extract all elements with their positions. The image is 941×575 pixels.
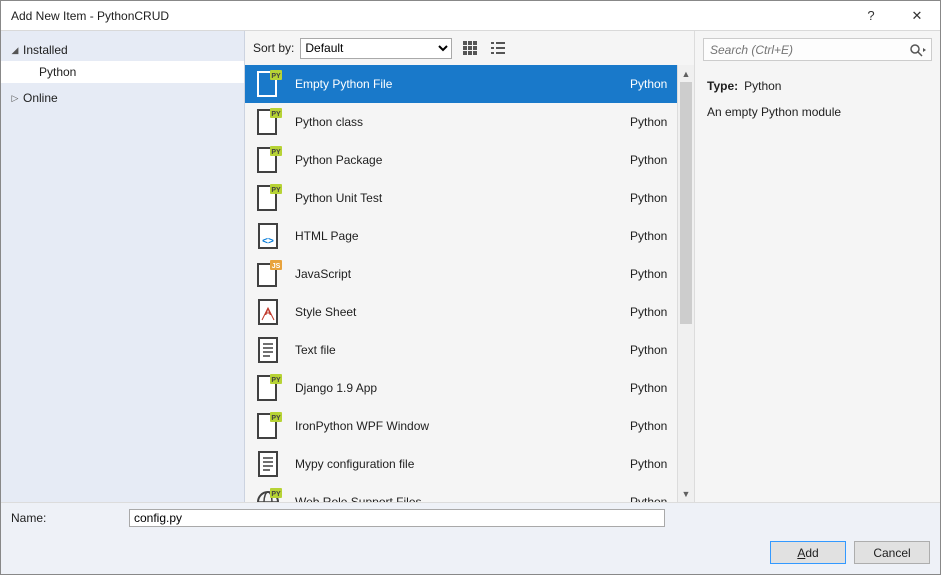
sort-by-select[interactable]: Default bbox=[300, 38, 452, 59]
template-icon: PY bbox=[255, 108, 283, 136]
template-row[interactable]: PY Empty Python File Python bbox=[245, 65, 694, 103]
template-row[interactable]: A Style Sheet Python bbox=[245, 293, 694, 331]
tree-label: Online bbox=[23, 91, 58, 105]
svg-text:PY: PY bbox=[271, 73, 281, 80]
template-name: Mypy configuration file bbox=[295, 457, 630, 471]
add-button[interactable]: Add bbox=[770, 541, 846, 564]
template-row[interactable]: Mypy configuration file Python bbox=[245, 445, 694, 483]
tree-node-installed[interactable]: ◢ Installed bbox=[1, 39, 244, 61]
scroll-track[interactable] bbox=[678, 82, 694, 485]
template-icon: A bbox=[255, 298, 283, 326]
search-input[interactable] bbox=[704, 43, 905, 57]
template-list[interactable]: PY Empty Python File Python PY Python cl… bbox=[245, 65, 694, 502]
template-row[interactable]: PY Python Unit Test Python bbox=[245, 179, 694, 217]
details-panel: Type: Python An empty Python module bbox=[694, 31, 940, 502]
category-sidebar[interactable]: ◢ Installed Python ▷ Online bbox=[1, 31, 245, 502]
svg-text:PY: PY bbox=[271, 111, 281, 118]
svg-text:PY: PY bbox=[271, 415, 281, 422]
template-name: Python class bbox=[295, 115, 630, 129]
template-name: Text file bbox=[295, 343, 630, 357]
view-small-icons-button[interactable] bbox=[488, 39, 508, 57]
template-icon bbox=[255, 336, 283, 364]
sort-by-label: Sort by: bbox=[253, 41, 294, 55]
svg-text:JS: JS bbox=[272, 263, 281, 270]
name-label: Name: bbox=[11, 511, 129, 525]
name-input[interactable] bbox=[129, 509, 665, 527]
template-name: Python Package bbox=[295, 153, 630, 167]
tree-label: Installed bbox=[23, 43, 68, 57]
template-row[interactable]: <> HTML Page Python bbox=[245, 217, 694, 255]
close-button[interactable]: ✕ bbox=[894, 1, 940, 31]
scroll-thumb[interactable] bbox=[680, 82, 692, 324]
template-row[interactable]: PY IronPython WPF Window Python bbox=[245, 407, 694, 445]
template-row[interactable]: Text file Python bbox=[245, 331, 694, 369]
window-title: Add New Item - PythonCRUD bbox=[11, 9, 848, 23]
template-row[interactable]: JS JavaScript Python bbox=[245, 255, 694, 293]
tree-node-python[interactable]: Python bbox=[1, 61, 244, 83]
chevron-down-icon: ◢ bbox=[9, 44, 21, 56]
title-bar: Add New Item - PythonCRUD ? ✕ bbox=[1, 1, 940, 31]
cancel-button[interactable]: Cancel bbox=[854, 541, 930, 564]
svg-text:PY: PY bbox=[271, 149, 281, 156]
type-label: Type: bbox=[707, 77, 738, 97]
template-row[interactable]: PY Django 1.9 App Python bbox=[245, 369, 694, 407]
template-row[interactable]: PY Python Package Python bbox=[245, 141, 694, 179]
list-icon bbox=[491, 42, 505, 54]
svg-text:PY: PY bbox=[271, 377, 281, 384]
template-icon: <> bbox=[255, 222, 283, 250]
template-name: HTML Page bbox=[295, 229, 630, 243]
svg-text:PY: PY bbox=[271, 491, 281, 498]
template-icon bbox=[255, 450, 283, 478]
dialog-window: Add New Item - PythonCRUD ? ✕ ◢ Installe… bbox=[0, 0, 941, 575]
dialog-footer: Name: Add Cancel bbox=[1, 502, 940, 574]
scroll-down-icon[interactable]: ▼ bbox=[678, 485, 694, 502]
template-name: Django 1.9 App bbox=[295, 381, 630, 395]
template-row[interactable]: PY Web Role Support Files Python bbox=[245, 483, 694, 502]
search-box[interactable] bbox=[703, 38, 932, 61]
template-panel: Sort by: Default PY Empty Python File Py… bbox=[245, 31, 694, 502]
template-icon: PY bbox=[255, 70, 283, 98]
template-icon: PY bbox=[255, 184, 283, 212]
svg-text:<>: <> bbox=[262, 236, 274, 247]
template-name: Empty Python File bbox=[295, 77, 630, 91]
scroll-up-icon[interactable]: ▲ bbox=[678, 65, 694, 82]
template-icon: PY bbox=[255, 374, 283, 402]
template-name: Python Unit Test bbox=[295, 191, 630, 205]
template-details: Type: Python An empty Python module bbox=[695, 63, 940, 137]
chevron-right-icon: ▷ bbox=[9, 92, 21, 104]
help-button[interactable]: ? bbox=[848, 1, 894, 31]
sort-toolbar: Sort by: Default bbox=[245, 31, 694, 65]
template-name: JavaScript bbox=[295, 267, 630, 281]
template-icon: JS bbox=[255, 260, 283, 288]
tree-node-online[interactable]: ▷ Online bbox=[1, 87, 244, 109]
template-icon: PY bbox=[255, 146, 283, 174]
template-name: IronPython WPF Window bbox=[295, 419, 630, 433]
template-name: Style Sheet bbox=[295, 305, 630, 319]
vertical-scrollbar[interactable]: ▲ ▼ bbox=[677, 65, 694, 502]
dialog-body: ◢ Installed Python ▷ Online Sort by: Def… bbox=[1, 31, 940, 502]
view-medium-icons-button[interactable] bbox=[460, 39, 480, 57]
template-icon: PY bbox=[255, 488, 283, 502]
search-icon[interactable] bbox=[905, 43, 931, 57]
template-description: An empty Python module bbox=[707, 103, 928, 123]
template-icon: PY bbox=[255, 412, 283, 440]
grid-icon bbox=[463, 41, 477, 55]
template-row[interactable]: PY Python class Python bbox=[245, 103, 694, 141]
type-value: Python bbox=[744, 77, 781, 97]
tree-label: Python bbox=[39, 65, 76, 79]
close-icon: ✕ bbox=[912, 8, 923, 24]
template-name: Web Role Support Files bbox=[295, 495, 630, 502]
svg-text:PY: PY bbox=[271, 187, 281, 194]
